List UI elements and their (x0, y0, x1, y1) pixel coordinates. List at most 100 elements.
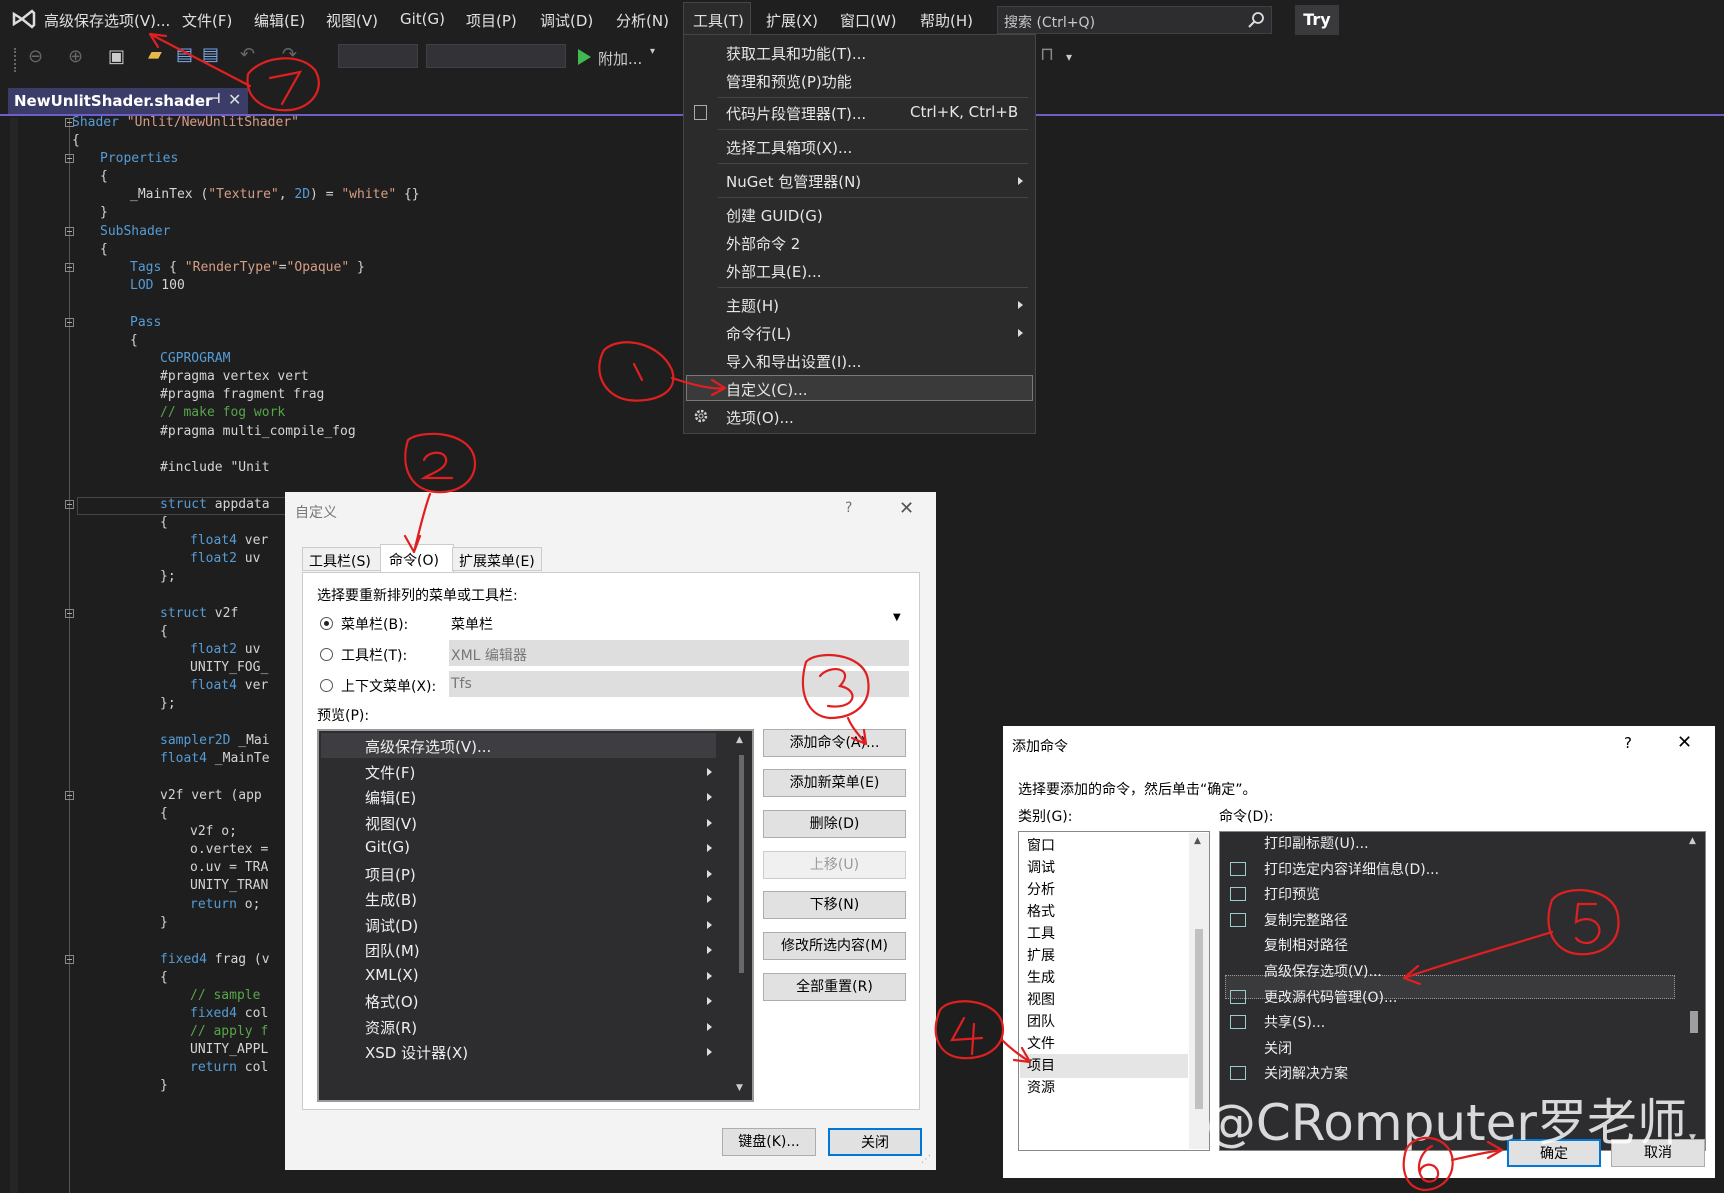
command-item[interactable]: 打印选定内容详细信息(D)... (1264, 859, 1439, 879)
preview-menu-item[interactable]: 视图(V) (365, 813, 417, 834)
fold-toggle-icon[interactable] (65, 500, 74, 509)
code-line[interactable]: _MainTex ("Texture", 2D) = "white" {} (130, 187, 420, 202)
category-item[interactable]: 调试 (1027, 857, 1055, 877)
menu-tools[interactable]: 工具(T) (693, 10, 744, 31)
category-item[interactable]: 团队 (1027, 1011, 1055, 1031)
menu-item-get-tools[interactable]: 获取工具和功能(T)... (726, 43, 866, 64)
close-icon[interactable]: ✕ (899, 498, 914, 519)
code-line[interactable]: o.uv = TRA (190, 860, 268, 875)
tab-commands[interactable]: 命令(O) (380, 544, 454, 573)
code-line[interactable]: return o; (190, 897, 260, 912)
help-icon[interactable]: ? (845, 500, 852, 516)
save-all-icon[interactable]: ▤ (202, 44, 219, 65)
menu-item-nuget[interactable]: NuGet 包管理器(N) (726, 171, 861, 192)
bookmark-icon[interactable]: ⊓ (1040, 44, 1054, 65)
move-up-button[interactable]: 上移(U) (763, 851, 906, 879)
category-item[interactable]: 格式 (1027, 901, 1055, 921)
code-line[interactable]: float2 uv (190, 642, 260, 657)
code-line[interactable]: v2f vert (app (160, 788, 262, 803)
menu-edit[interactable]: 编辑(E) (254, 10, 305, 31)
code-line[interactable]: return col (190, 1060, 268, 1075)
scroll-thumb[interactable] (1690, 1011, 1698, 1033)
command-item[interactable]: 关闭 (1264, 1038, 1292, 1058)
toolbar-overflow-icon[interactable]: ▾ (1066, 50, 1072, 64)
preview-menu-item[interactable]: Git(G) (365, 838, 410, 856)
preview-menu-item[interactable]: 文件(F) (365, 762, 415, 783)
menu-window[interactable]: 窗口(W) (840, 10, 897, 31)
document-tab[interactable]: NewUnlitShader.shader ⊣ ✕ (8, 88, 248, 114)
code-line[interactable]: float4 _MainTe (160, 751, 270, 766)
code-line[interactable]: // sample (190, 988, 260, 1003)
command-item[interactable]: 打印副标题(U)... (1264, 833, 1369, 853)
category-item[interactable]: 文件 (1027, 1033, 1055, 1053)
scroll-thumb[interactable] (1195, 929, 1203, 1109)
redo-icon[interactable]: ↷ (282, 44, 297, 65)
code-line[interactable]: Shader "Unlit/NewUnlitShader" (72, 115, 299, 130)
category-item[interactable]: 扩展 (1027, 945, 1055, 965)
code-line[interactable]: } (160, 915, 168, 930)
code-line[interactable]: LOD 100 (130, 278, 185, 293)
code-line[interactable]: sampler2D _Mai (160, 733, 270, 748)
preview-menu-item[interactable]: 资源(R) (365, 1017, 417, 1038)
command-item[interactable]: 打印预览 (1264, 884, 1320, 904)
menu-item-external-tools[interactable]: 外部工具(E)... (726, 261, 822, 282)
code-line[interactable]: #include "Unit (160, 460, 270, 475)
code-line[interactable]: Tags { "RenderType"="Opaque" } (130, 260, 365, 275)
category-item[interactable]: 视图 (1027, 989, 1055, 1009)
scroll-up-icon[interactable]: ▲ (1689, 836, 1696, 846)
menubar-select[interactable]: 菜单栏 ▼ (449, 609, 909, 635)
fold-toggle-icon[interactable] (65, 227, 74, 236)
close-tab-icon[interactable]: ✕ (228, 90, 241, 109)
fold-toggle-icon[interactable] (65, 263, 74, 272)
code-line[interactable]: CGPROGRAM (160, 351, 230, 366)
code-line[interactable]: // apply f (190, 1024, 268, 1039)
command-scrollbar[interactable]: ▲ ▼ (1684, 833, 1704, 1149)
command-item[interactable]: 高级保存选项(V)... (1264, 961, 1382, 981)
radio-toolbar[interactable] (320, 648, 333, 661)
forward-icon[interactable]: ⊕ (68, 46, 83, 67)
menu-git[interactable]: Git(G) (400, 10, 445, 28)
close-button[interactable]: 关闭 (828, 1128, 922, 1156)
menu-project[interactable]: 项目(P) (466, 10, 517, 31)
menu-item-theme[interactable]: 主题(H) (726, 295, 779, 316)
fold-toggle-icon[interactable] (65, 609, 74, 618)
platform-combo[interactable] (426, 44, 566, 68)
command-item[interactable]: 关闭解决方案 (1264, 1063, 1348, 1083)
code-line[interactable]: UNITY_TRAN (190, 878, 268, 893)
code-line[interactable]: }; (160, 696, 176, 711)
add-new-menu-button[interactable]: 添加新菜单(E) (763, 769, 906, 797)
scroll-thumb[interactable] (739, 755, 744, 973)
command-item[interactable]: 复制完整路径 (1264, 910, 1348, 930)
command-item[interactable]: 复制相对路径 (1264, 935, 1348, 955)
code-line[interactable]: UNITY_FOG_ (190, 660, 268, 675)
command-item[interactable]: 共享(S)... (1264, 1012, 1325, 1032)
attach-button[interactable]: 附加... (598, 48, 642, 69)
preview-menu-item[interactable]: 格式(O) (365, 991, 419, 1012)
code-line[interactable]: { (160, 515, 168, 530)
menu-item-options[interactable]: 选项(O)... (726, 407, 794, 428)
code-line[interactable]: { (160, 624, 168, 639)
radio-context-menu[interactable] (320, 679, 333, 692)
preview-list[interactable]: 高级保存选项(V)... 文件(F) 编辑(E) 视图(V) Git(G) 项目(P) 生成… (317, 729, 754, 1102)
help-icon[interactable]: ? (1624, 734, 1632, 752)
code-line[interactable]: { (72, 133, 80, 148)
menu-item-command-line[interactable]: 命令行(L) (726, 323, 791, 344)
code-line[interactable]: #pragma multi_compile_fog (160, 424, 356, 439)
code-line[interactable]: Properties (100, 151, 178, 166)
category-item[interactable]: 资源 (1027, 1077, 1055, 1097)
code-line[interactable]: float4 ver (190, 533, 268, 548)
menu-item-customize[interactable]: 自定义(C)... (726, 379, 807, 400)
menu-extensions[interactable]: 扩展(X) (766, 10, 818, 31)
fold-toggle-icon[interactable] (65, 791, 74, 800)
code-line[interactable]: float2 uv (190, 551, 260, 566)
keyboard-button[interactable]: 键盘(K)... (722, 1128, 816, 1156)
preview-menu-item[interactable]: 编辑(E) (365, 787, 416, 808)
code-line[interactable]: } (100, 205, 108, 220)
delete-button[interactable]: 删除(D) (763, 810, 906, 838)
preview-menu-item[interactable]: 调试(D) (365, 915, 418, 936)
tab-extension-menu[interactable]: 扩展菜单(E) (452, 547, 542, 571)
code-line[interactable]: SubShader (100, 224, 170, 239)
save-icon[interactable]: ▤ (176, 44, 193, 65)
command-item[interactable]: 更改源代码管理(O)... (1264, 987, 1397, 1007)
category-item[interactable]: 窗口 (1027, 835, 1055, 855)
